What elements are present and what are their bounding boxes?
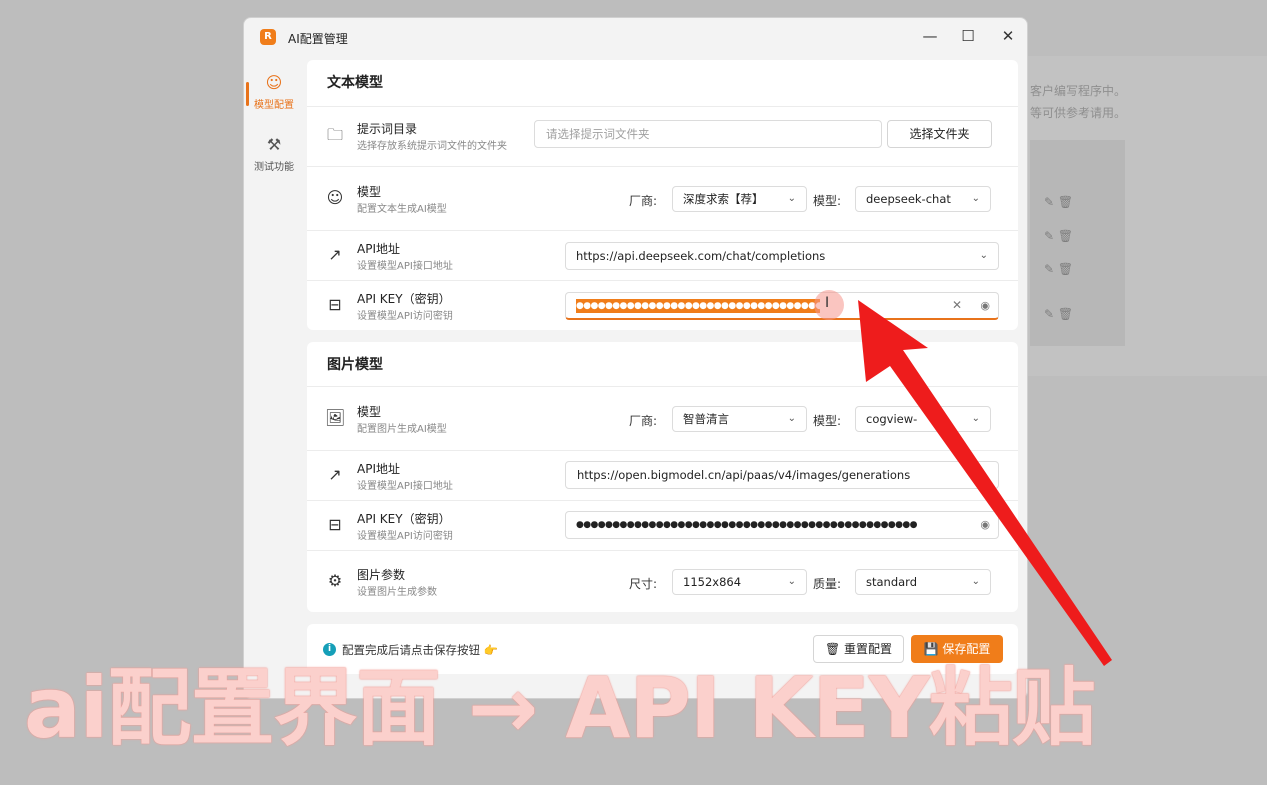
video-caption: ai配置界面 → API KEY粘贴 (24, 659, 1096, 757)
arrow-shape (858, 300, 1112, 666)
